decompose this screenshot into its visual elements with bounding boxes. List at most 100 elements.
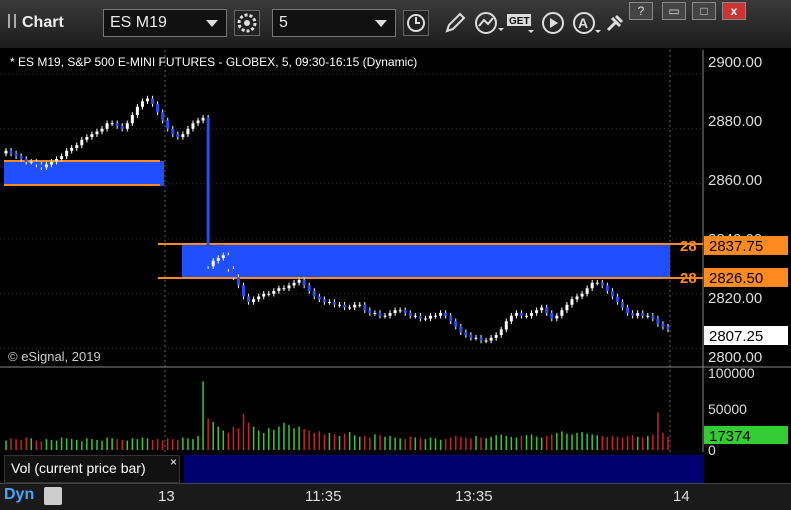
close-label: x bbox=[730, 4, 738, 18]
candle-body bbox=[14, 153, 18, 157]
volume-study-label[interactable]: Vol (current price bar) bbox=[4, 455, 180, 483]
lower-level-value: 2826.50 bbox=[709, 270, 763, 287]
symbol-select[interactable]: ES M19 bbox=[103, 9, 227, 37]
chevron-down-icon bbox=[375, 20, 387, 27]
time-button[interactable] bbox=[403, 10, 429, 36]
study-icon[interactable] bbox=[474, 10, 504, 36]
candle-body bbox=[585, 288, 589, 294]
candle-body bbox=[459, 326, 463, 333]
candle-body bbox=[525, 315, 529, 317]
candle-body bbox=[29, 161, 33, 163]
candle-body bbox=[651, 315, 655, 319]
price-chart[interactable]: * ES M19, S&P 500 E-MINI FUTURES - GLOBE… bbox=[0, 48, 791, 483]
candle-body bbox=[206, 117, 210, 267]
copyright: © eSignal, 2019 bbox=[8, 349, 101, 364]
candle-body bbox=[600, 282, 604, 286]
candle-body bbox=[24, 159, 28, 162]
price-tick: 2900.00 bbox=[708, 54, 762, 71]
candle-body bbox=[439, 313, 443, 316]
candle-body bbox=[145, 98, 149, 102]
candle-body bbox=[312, 291, 316, 297]
candle-body bbox=[418, 315, 422, 319]
candle-body bbox=[388, 313, 392, 316]
dynamic-mode-button[interactable]: Dyn bbox=[4, 486, 34, 504]
candle-body bbox=[383, 315, 387, 317]
candle-body bbox=[428, 315, 432, 319]
candle-body bbox=[656, 318, 660, 324]
time-tick: 11:35 bbox=[305, 488, 342, 505]
candle-body bbox=[509, 315, 513, 322]
candle-body bbox=[373, 313, 377, 314]
candle-body bbox=[519, 313, 523, 316]
candle-body bbox=[226, 255, 230, 269]
maximize-button[interactable]: □ bbox=[692, 2, 716, 20]
candle-body bbox=[196, 120, 200, 124]
candle-body bbox=[555, 315, 559, 319]
candle-body bbox=[75, 145, 79, 148]
candle-body bbox=[297, 280, 301, 283]
help-button[interactable]: ? bbox=[629, 2, 653, 20]
candle-body bbox=[186, 128, 190, 135]
lower-level-marker: 2826.50 bbox=[704, 268, 788, 287]
grip-icon[interactable] bbox=[8, 14, 16, 28]
candle-body bbox=[550, 313, 554, 319]
candle-body bbox=[393, 310, 397, 313]
last-price-value: 2807.25 bbox=[709, 328, 763, 345]
candle-body bbox=[348, 307, 352, 309]
candle-body bbox=[368, 310, 372, 313]
link-icon[interactable] bbox=[604, 10, 628, 36]
candle-body bbox=[398, 310, 402, 312]
pencil-icon[interactable] bbox=[442, 10, 468, 36]
candle-body bbox=[60, 156, 64, 159]
candle-body bbox=[90, 134, 94, 137]
restore-label: ▭ bbox=[668, 4, 680, 18]
candle-body bbox=[610, 291, 614, 297]
candle-body bbox=[403, 310, 407, 313]
candle-body bbox=[535, 310, 539, 313]
candle-body bbox=[343, 304, 347, 308]
volume-tick: 50000 bbox=[708, 401, 747, 417]
volume-last-value: 17374 bbox=[709, 428, 751, 445]
candle-body bbox=[499, 329, 503, 335]
candle-body bbox=[479, 337, 483, 341]
restore-button[interactable]: ▭ bbox=[662, 2, 686, 20]
candle-body bbox=[151, 98, 155, 104]
close-study-icon[interactable]: × bbox=[170, 455, 177, 469]
candle-body bbox=[307, 285, 311, 291]
candle-body bbox=[166, 120, 170, 129]
candle-body bbox=[636, 313, 640, 316]
candle-body bbox=[302, 280, 306, 286]
candle-body bbox=[615, 296, 619, 302]
candle-body bbox=[70, 148, 74, 151]
candle-body bbox=[449, 315, 453, 322]
window-title[interactable]: Chart bbox=[8, 14, 64, 32]
candle-body bbox=[140, 101, 144, 107]
candle-body bbox=[34, 161, 38, 165]
candle-body bbox=[565, 304, 569, 311]
candle-body bbox=[514, 313, 518, 316]
candle-body bbox=[242, 285, 246, 297]
candle-body bbox=[272, 291, 276, 294]
close-button[interactable]: x bbox=[722, 2, 746, 20]
svg-text:GET: GET bbox=[509, 16, 530, 27]
candle-body bbox=[236, 277, 240, 286]
candle-body bbox=[358, 304, 362, 306]
candle-body bbox=[332, 302, 336, 305]
price-tick: 2880.00 bbox=[708, 113, 762, 130]
candle-body bbox=[282, 288, 286, 290]
candle-body bbox=[135, 106, 139, 115]
candle-body bbox=[44, 164, 48, 168]
candle-body bbox=[444, 313, 448, 316]
candle-body bbox=[161, 112, 165, 121]
candle-body bbox=[19, 156, 23, 159]
candle-body bbox=[363, 304, 367, 311]
alert-icon[interactable]: A bbox=[572, 10, 602, 36]
settings-button[interactable] bbox=[234, 10, 260, 36]
candle-body bbox=[221, 255, 225, 258]
play-icon[interactable] bbox=[540, 10, 566, 36]
lock-icon[interactable] bbox=[44, 487, 62, 505]
get-data-icon[interactable]: GET bbox=[506, 10, 536, 36]
candle-body bbox=[95, 131, 99, 135]
interval-select[interactable]: 5 bbox=[272, 9, 396, 37]
candle-body bbox=[595, 282, 599, 284]
